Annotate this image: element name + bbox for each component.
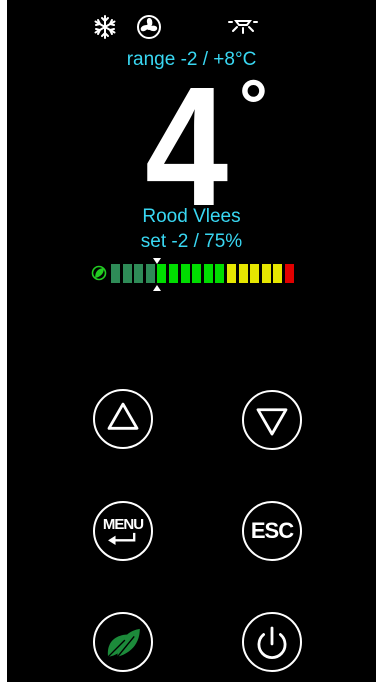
- level-segment: [111, 264, 120, 283]
- level-segment: [227, 264, 236, 283]
- degree-symbol: °: [239, 66, 268, 146]
- up-arrow-icon: [107, 402, 139, 430]
- level-segment: [134, 264, 144, 283]
- snowflake-icon: [92, 14, 118, 40]
- level-segment: [145, 264, 155, 283]
- eco-leaf-icon: [91, 265, 107, 281]
- setpoint-marker-top: [152, 258, 161, 264]
- level-segment: [157, 264, 167, 283]
- setpoint-marker-bottom: [152, 285, 161, 291]
- profile-name: Rood Vlees: [142, 206, 241, 227]
- down-button[interactable]: [242, 390, 302, 450]
- enter-arrow-icon: [108, 532, 136, 545]
- temperature-value: 4: [145, 52, 228, 242]
- level-segment: [238, 264, 248, 283]
- level-segment: [180, 264, 190, 283]
- power-button[interactable]: [242, 612, 302, 672]
- leaf-icon: [107, 628, 140, 658]
- level-segment: [273, 264, 283, 283]
- level-segment: [250, 264, 260, 283]
- level-segment: [203, 264, 213, 283]
- level-segment: [169, 264, 178, 283]
- eco-button[interactable]: [93, 612, 153, 672]
- level-segment: [192, 264, 202, 283]
- level-meter: [91, 258, 311, 291]
- down-arrow-icon: [256, 408, 288, 436]
- fan-icon: [136, 14, 162, 40]
- up-button[interactable]: [93, 389, 153, 449]
- esc-button[interactable]: ESC: [242, 501, 302, 561]
- temperature-display: 4 °: [7, 62, 376, 232]
- control-panel: range -2 / +8°C 4 ° Rood Vlees set -2 / …: [7, 0, 376, 682]
- setpoint-text: set -2 / 75%: [140, 231, 243, 252]
- menu-button[interactable]: MENU: [93, 501, 153, 561]
- power-icon: [257, 626, 287, 660]
- level-segment: [215, 264, 225, 283]
- level-segment: [122, 264, 132, 283]
- level-segment: [285, 264, 294, 283]
- light-icon: [227, 14, 259, 40]
- esc-label: ESC: [250, 518, 294, 543]
- level-segment: [261, 264, 271, 283]
